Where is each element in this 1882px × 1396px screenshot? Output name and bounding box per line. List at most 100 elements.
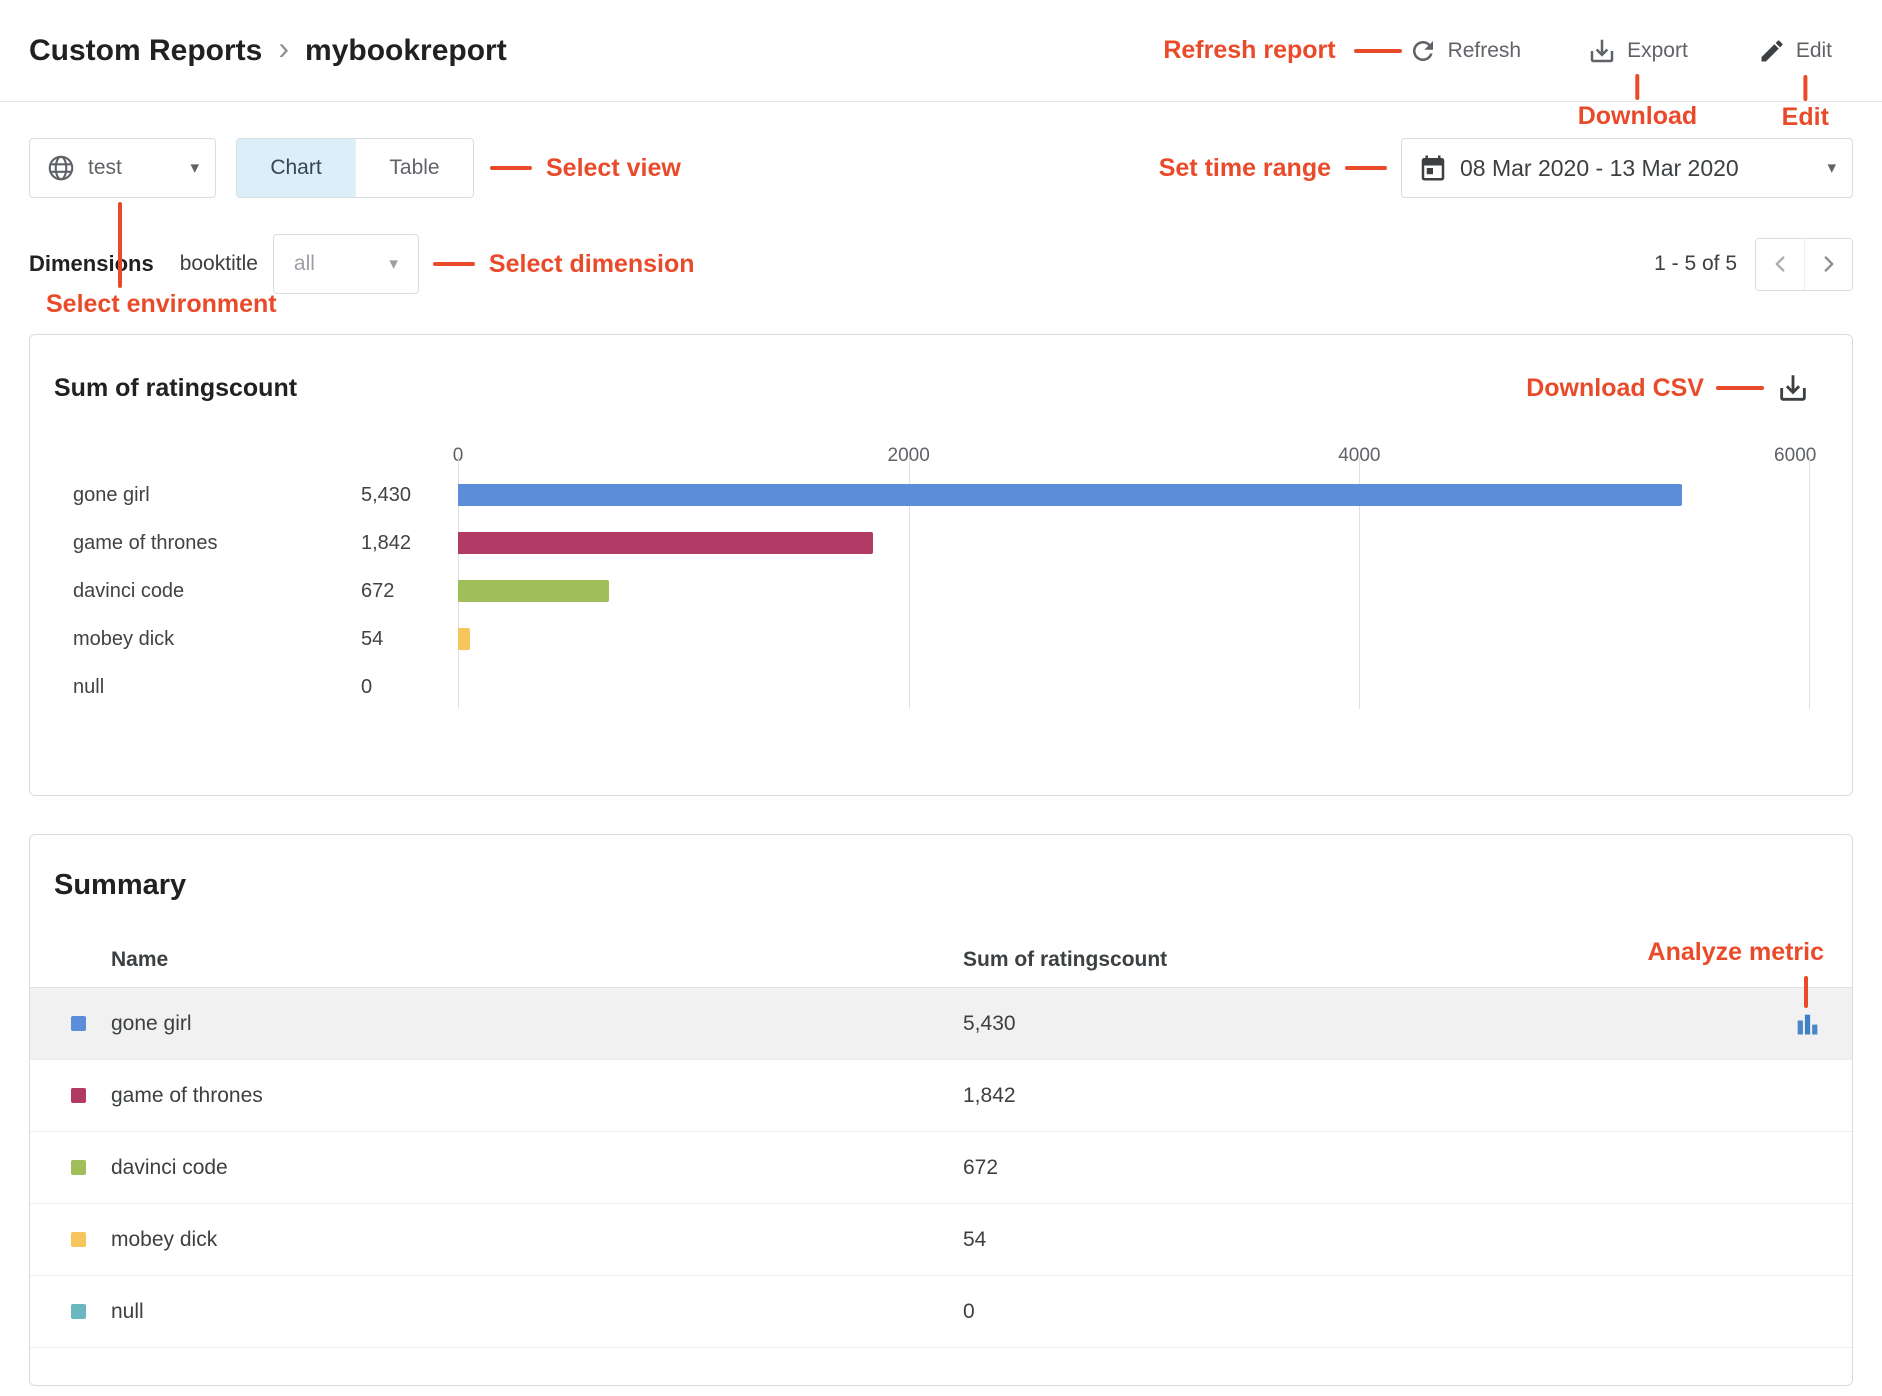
chart-value-label: 1,842: [342, 532, 458, 555]
row-value: 54: [963, 1228, 1762, 1252]
legend-swatch: [71, 1088, 86, 1103]
chart-card: Sum of ratingscount Download CSV 0 2000 …: [29, 334, 1853, 796]
column-header-value: Sum of ratingscount: [963, 948, 1852, 972]
row-name: mobey dick: [111, 1228, 963, 1252]
annotation-line-select-dimension: [433, 262, 475, 266]
chart-title: Sum of ratingscount: [54, 374, 297, 403]
chart-plot: gone girl 5,430 game of thrones 1,842 da…: [54, 471, 1810, 711]
globe-icon: [46, 153, 76, 183]
refresh-button[interactable]: Refresh: [1408, 36, 1522, 66]
chart-row: mobey dick 54: [54, 615, 1810, 663]
annotation-line-download-csv: [1716, 386, 1764, 390]
view-toggle: Chart Table: [236, 138, 474, 198]
dimension-selected-value: all: [294, 252, 315, 276]
dimensions-row: Dimensions booktitle all ▾ Select dimens…: [29, 234, 1853, 294]
row-name: null: [111, 1300, 963, 1324]
legend-swatch: [71, 1304, 86, 1319]
annotation-edit: Edit: [1782, 75, 1829, 132]
bar-chart-icon: [1793, 1010, 1821, 1038]
header-actions: Refresh report Refresh Export Download E…: [1163, 36, 1832, 66]
annotation-line-refresh: [1354, 49, 1402, 53]
toolbar: test ▾ Chart Table Select view Set time …: [29, 138, 1853, 198]
annotation-line-time-range: [1345, 166, 1387, 170]
previous-page-button[interactable]: [1756, 239, 1804, 290]
row-value: 0: [963, 1300, 1762, 1324]
edit-button[interactable]: Edit Edit: [1758, 37, 1832, 65]
table-row: null 0: [30, 1276, 1852, 1348]
row-value: 5,430: [963, 1012, 1762, 1036]
chevron-down-icon: ▾: [389, 254, 398, 274]
chart-bar: [458, 532, 873, 554]
chevron-left-icon: [1767, 251, 1793, 277]
chevron-right-icon: [1816, 251, 1842, 277]
annotation-select-view: Select view: [546, 154, 681, 183]
chart-value-label: 54: [342, 628, 458, 651]
dimensions-label: Dimensions: [29, 251, 154, 277]
summary-title: Summary: [54, 869, 1852, 902]
page-title: mybookreport: [305, 34, 507, 68]
download-csv-button[interactable]: [1776, 371, 1810, 405]
annotation-select-dimension: Select dimension: [489, 250, 695, 279]
export-download-icon: [1587, 36, 1617, 66]
legend-swatch: [71, 1232, 86, 1247]
chart-value-label: 5,430: [342, 484, 458, 507]
chevron-down-icon: ▾: [1827, 158, 1836, 178]
chart-row: gone girl 5,430: [54, 471, 1810, 519]
table-row: mobey dick 54: [30, 1204, 1852, 1276]
chart-bar: [458, 628, 470, 650]
annotation-select-environment: Select environment: [46, 290, 277, 319]
chart-category-label: gone girl: [54, 484, 342, 507]
refresh-label: Refresh: [1448, 39, 1522, 63]
chart-category-label: game of thrones: [54, 532, 342, 555]
annotation-download: Download: [1578, 74, 1697, 131]
chart-category-label: mobey dick: [54, 628, 342, 651]
table-row: gone girl 5,430: [30, 988, 1852, 1060]
annotation-line-select-view: [490, 166, 532, 170]
export-button[interactable]: Export Download: [1587, 36, 1688, 66]
chart-bar: [458, 580, 609, 602]
row-name: game of thrones: [111, 1084, 963, 1108]
dimension-value-select[interactable]: all ▾: [273, 234, 419, 294]
summary-card: Summary Name Sum of ratingscount gone gi…: [29, 834, 1853, 1386]
annotation-refresh-report: Refresh report: [1163, 36, 1335, 65]
chart-row: game of thrones 1,842: [54, 519, 1810, 567]
chevron-down-icon: ▾: [190, 158, 199, 178]
legend-swatch: [71, 1160, 86, 1175]
row-name: davinci code: [111, 1156, 963, 1180]
column-header-name: Name: [111, 948, 963, 972]
environment-value: test: [88, 156, 178, 180]
edit-pencil-icon: [1758, 37, 1786, 65]
edit-label: Edit: [1796, 39, 1832, 63]
annotation-set-time-range: Set time range: [1159, 154, 1331, 183]
date-range-picker[interactable]: 08 Mar 2020 - 13 Mar 2020 ▾: [1401, 138, 1853, 198]
analyze-metric-button[interactable]: [1793, 1010, 1821, 1038]
row-name: gone girl: [111, 1012, 963, 1036]
chevron-right-icon: ›: [278, 30, 289, 71]
table-row: davinci code 672: [30, 1132, 1852, 1204]
row-value: 672: [963, 1156, 1762, 1180]
tab-table[interactable]: Table: [355, 139, 473, 197]
pagination-controls: [1755, 238, 1853, 291]
tab-chart[interactable]: Chart: [237, 139, 355, 197]
chart-bar: [458, 484, 1682, 506]
environment-select[interactable]: test ▾: [29, 138, 216, 198]
table-row: game of thrones 1,842: [30, 1060, 1852, 1132]
calendar-icon: [1418, 153, 1448, 183]
chart-category-label: null: [54, 676, 342, 699]
chart-row: null 0: [54, 663, 1810, 711]
chart-row: davinci code 672: [54, 567, 1810, 615]
chart-category-label: davinci code: [54, 580, 342, 603]
pagination-range: 1 - 5 of 5: [1654, 252, 1737, 276]
row-value: 1,842: [963, 1084, 1762, 1108]
breadcrumb-root[interactable]: Custom Reports: [29, 34, 262, 68]
chart-value-label: 0: [342, 676, 458, 699]
next-page-button[interactable]: [1804, 239, 1852, 290]
legend-swatch: [71, 1016, 86, 1031]
refresh-icon: [1408, 36, 1438, 66]
annotation-download-csv: Download CSV: [1526, 374, 1704, 403]
summary-table-header: Name Sum of ratingscount: [30, 932, 1852, 988]
chart-value-label: 672: [342, 580, 458, 603]
pagination: 1 - 5 of 5: [1654, 238, 1853, 291]
breadcrumb: Custom Reports › mybookreport: [29, 30, 507, 71]
page-header: Custom Reports › mybookreport Refresh re…: [0, 0, 1882, 102]
